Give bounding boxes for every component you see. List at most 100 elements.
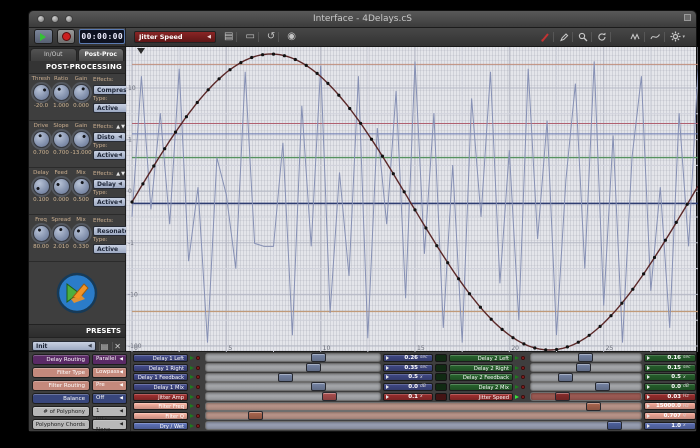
undo-icon[interactable]: ↺ xyxy=(264,31,280,42)
sine-point[interactable] xyxy=(631,287,635,291)
slider-thumb[interactable] xyxy=(595,382,611,392)
value-box-filter-q[interactable]: 0.707 q xyxy=(644,411,696,420)
sine-point[interactable] xyxy=(152,164,156,168)
slider-thumb[interactable] xyxy=(606,421,622,431)
sine-point[interactable] xyxy=(271,52,276,56)
slider-jitter-speed[interactable] xyxy=(530,392,642,402)
knob-delay[interactable] xyxy=(32,178,50,195)
sine-point[interactable] xyxy=(435,244,439,248)
type-dropdown[interactable]: Active◀ xyxy=(93,150,126,160)
sine-point[interactable] xyxy=(642,272,646,276)
value-box-dry-wet[interactable]: 1.0 x xyxy=(644,421,696,430)
sine-point[interactable] xyxy=(326,81,330,85)
value-box-filter-freq[interactable]: 15000.0 Hz xyxy=(644,402,696,411)
sine-point[interactable] xyxy=(663,238,668,242)
sine-point[interactable] xyxy=(544,348,548,352)
sine-point[interactable] xyxy=(163,147,167,151)
reorder-arrows-icon[interactable]: ▲▼ xyxy=(116,171,126,177)
knob-ratio[interactable] xyxy=(52,84,70,101)
slider-delay-2-mix[interactable] xyxy=(530,382,642,392)
tab-post-proc[interactable]: Post-Proc xyxy=(77,48,124,61)
slider-delay-1-right[interactable] xyxy=(205,363,381,373)
zoom-icon[interactable] xyxy=(575,31,593,42)
sine-point[interactable] xyxy=(522,342,526,346)
sine-point[interactable] xyxy=(141,182,145,186)
type-dropdown[interactable]: Active◀ xyxy=(93,197,126,207)
sine-point[interactable] xyxy=(652,255,657,260)
sine-point[interactable] xyxy=(576,340,580,344)
pencil-icon[interactable] xyxy=(556,31,574,42)
routing-value-dropdown[interactable]: Parallel ◀ xyxy=(92,354,127,365)
title-bar[interactable]: Interface - 4Delays.cS xyxy=(29,11,696,28)
reorder-arrows-icon[interactable]: ▲▼ xyxy=(116,124,126,130)
knob-thresh[interactable] xyxy=(32,84,50,101)
smooth-curve-icon[interactable] xyxy=(647,31,666,42)
effect-dropdown[interactable]: Delay ◀ xyxy=(93,179,126,189)
slider-thumb[interactable] xyxy=(555,392,571,402)
knob-drive[interactable] xyxy=(32,131,50,148)
slider-thumb[interactable] xyxy=(310,382,326,392)
delete-preset-icon[interactable]: ✕ xyxy=(112,341,122,351)
routing-value-dropdown[interactable]: Lowpass ◀ xyxy=(92,367,127,378)
channel-box[interactable] xyxy=(435,382,447,391)
sine-point[interactable] xyxy=(446,261,450,265)
playhead-marker[interactable] xyxy=(137,48,145,54)
save-preset-icon[interactable]: ▤ xyxy=(98,341,110,351)
sine-point[interactable] xyxy=(565,345,569,349)
routing-value-dropdown[interactable]: Off ◀ xyxy=(92,393,127,404)
slider-thumb[interactable] xyxy=(577,353,593,363)
knob-gain[interactable] xyxy=(72,131,90,148)
sine-point[interactable] xyxy=(587,333,591,337)
sine-point[interactable] xyxy=(217,77,221,81)
sine-point[interactable] xyxy=(369,137,374,141)
sine-point[interactable] xyxy=(130,200,134,204)
preset-dropdown[interactable]: Init ◀ xyxy=(32,341,96,351)
sine-point[interactable] xyxy=(250,55,254,60)
table-selector-dropdown[interactable]: Jitter Speed ◀ xyxy=(134,30,216,43)
sine-point[interactable] xyxy=(413,208,417,212)
sine-point[interactable] xyxy=(315,71,319,75)
sine-point[interactable] xyxy=(228,68,232,72)
panels-icon[interactable]: ▭ xyxy=(242,31,259,42)
sine-point[interactable] xyxy=(359,121,363,125)
value-box-delay-2-left[interactable]: 0.16 sec xyxy=(644,353,696,362)
value-box-delay-1-feedback[interactable]: 0.5 x xyxy=(383,373,433,382)
sine-point[interactable] xyxy=(282,54,286,58)
value-box-delay-1-left[interactable]: 0.26 sec xyxy=(383,353,433,362)
table-chart[interactable]: 0510152025301010-1-10-100 xyxy=(126,47,698,352)
sine-point[interactable] xyxy=(467,292,472,296)
play-button[interactable] xyxy=(34,29,53,45)
knob-feed[interactable] xyxy=(52,178,70,195)
window-widget-icon[interactable] xyxy=(684,14,691,21)
sine-point[interactable] xyxy=(424,226,428,230)
slider-thumb[interactable] xyxy=(278,372,294,382)
value-box-delay-2-feedback[interactable]: 0.5 x xyxy=(644,373,696,382)
channel-box[interactable] xyxy=(435,353,447,362)
knob-freq[interactable] xyxy=(32,225,50,242)
knob-spread[interactable] xyxy=(52,225,70,242)
routing-value-dropdown[interactable]: 00 - None ◀ xyxy=(92,416,127,433)
sine-point[interactable] xyxy=(348,106,352,111)
refresh-icon[interactable] xyxy=(594,31,612,42)
sine-point[interactable] xyxy=(489,317,493,321)
slider-thumb[interactable] xyxy=(321,392,337,402)
sine-point[interactable] xyxy=(500,327,504,331)
slider-thumb[interactable] xyxy=(585,401,601,411)
value-box-delay-2-right[interactable]: 0.15 sec xyxy=(644,363,696,372)
sine-point[interactable] xyxy=(380,154,384,158)
channel-box[interactable] xyxy=(435,373,447,382)
knob-mix[interactable] xyxy=(72,178,90,195)
channel-box[interactable] xyxy=(435,392,447,401)
slider-filter-freq[interactable] xyxy=(205,401,642,411)
sine-point[interactable] xyxy=(195,100,199,105)
slider-thumb[interactable] xyxy=(558,372,574,382)
effect-dropdown[interactable]: Disto ◀ xyxy=(93,132,126,142)
slider-delay-1-feedback[interactable] xyxy=(205,372,381,382)
value-box-jitter-amp[interactable]: 0.1 x xyxy=(383,392,433,401)
sine-point[interactable] xyxy=(598,324,602,328)
tab-in-out[interactable]: In/Out xyxy=(30,48,77,61)
sine-point[interactable] xyxy=(173,130,178,134)
sine-point[interactable] xyxy=(304,63,308,67)
jagged-curve-icon[interactable] xyxy=(627,31,646,42)
knob-mix[interactable] xyxy=(72,225,90,242)
